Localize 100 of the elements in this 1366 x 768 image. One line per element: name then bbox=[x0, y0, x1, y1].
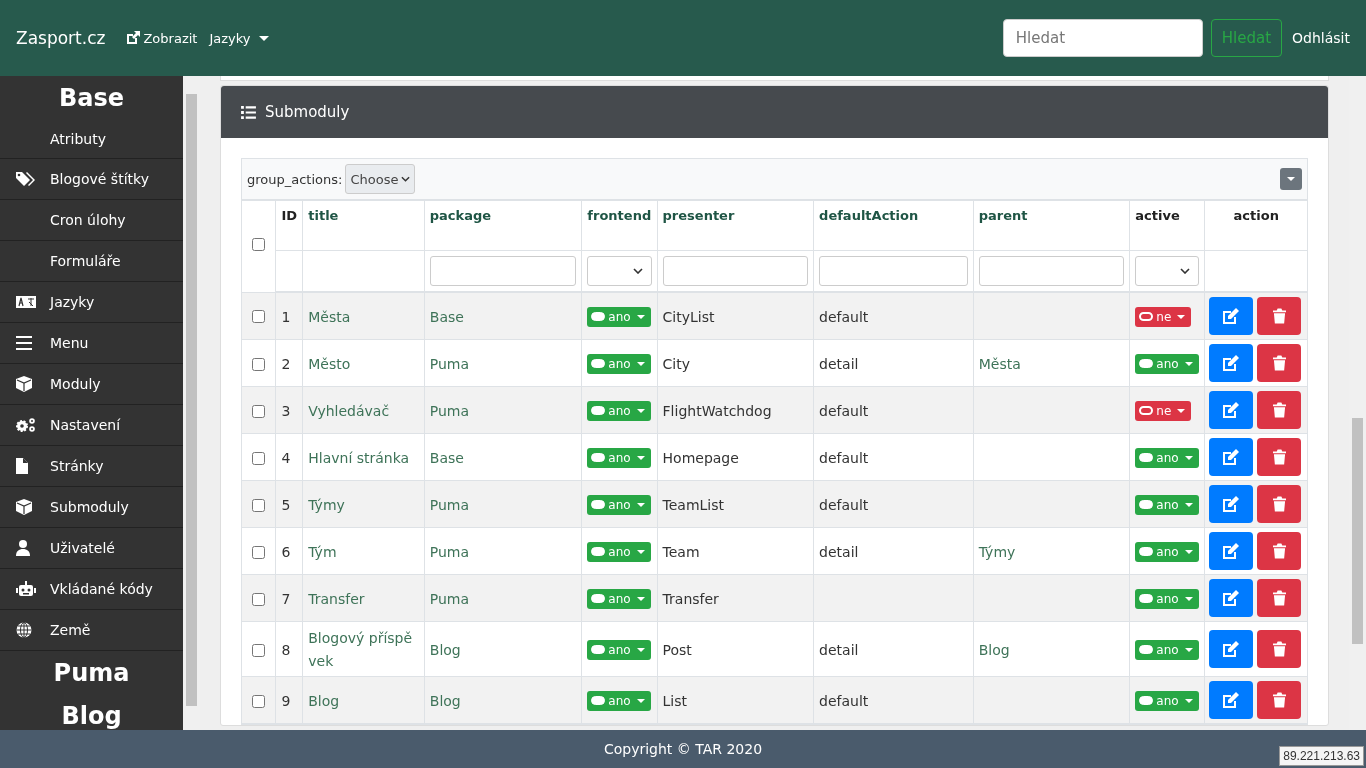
delete-button[interactable] bbox=[1257, 344, 1302, 382]
presenter-text: Post bbox=[662, 641, 692, 658]
presenter-text: Homepage bbox=[662, 449, 739, 466]
trash-icon bbox=[1272, 449, 1286, 465]
group-actions-select[interactable]: Choose bbox=[345, 164, 416, 194]
title-text: Hlavní stránka bbox=[308, 449, 410, 466]
edit-button[interactable] bbox=[1209, 438, 1254, 476]
title-text: Týmy bbox=[308, 496, 345, 513]
id-text: 2 bbox=[281, 355, 291, 372]
brand-name[interactable]: Zasport.cz bbox=[16, 28, 106, 48]
row-checkbox[interactable] bbox=[252, 357, 266, 371]
edit-button[interactable] bbox=[1209, 630, 1254, 668]
sidebar-item[interactable]: Jazyky bbox=[0, 282, 183, 323]
language-icon bbox=[16, 296, 36, 308]
column-header: active bbox=[1129, 200, 1205, 251]
sidebar-heading: Blog bbox=[60, 701, 123, 730]
default-action-text: detail bbox=[819, 355, 859, 372]
globe-icon bbox=[16, 622, 32, 638]
columns-dropdown-button[interactable] bbox=[1280, 168, 1302, 190]
delete-button[interactable] bbox=[1257, 532, 1302, 570]
column-header: ID bbox=[276, 200, 303, 251]
row-checkbox[interactable] bbox=[252, 404, 266, 418]
trash-icon bbox=[1272, 402, 1286, 418]
column-header[interactable]: package bbox=[424, 200, 582, 251]
edit-button[interactable] bbox=[1209, 344, 1254, 382]
column-header[interactable]: presenter bbox=[657, 200, 814, 251]
id-text: 4 bbox=[281, 449, 291, 466]
title-text: Vyhledávač bbox=[308, 402, 390, 419]
presenter-text: City bbox=[662, 355, 690, 372]
row-checkbox[interactable] bbox=[252, 643, 266, 657]
active-toggle[interactable]: ne bbox=[1135, 306, 1192, 327]
view-link[interactable]: Zobrazit bbox=[125, 30, 198, 46]
default-action-text: default bbox=[819, 449, 869, 466]
trash-icon bbox=[1272, 641, 1286, 657]
chevron-icon bbox=[632, 268, 643, 274]
copyright-text: Copyright © TAR 2020 bbox=[603, 741, 763, 757]
trash-icon bbox=[1272, 590, 1286, 606]
trash-icon bbox=[1272, 308, 1286, 324]
row-checkbox[interactable] bbox=[252, 694, 266, 708]
user-icon bbox=[16, 540, 30, 556]
package-text: Blog bbox=[429, 692, 461, 709]
logout-link[interactable]: Odhlásit bbox=[1292, 30, 1350, 46]
column-header[interactable]: parent bbox=[973, 200, 1130, 251]
row-checkbox[interactable] bbox=[252, 592, 266, 606]
languages-dropdown[interactable]: Jazyky bbox=[209, 30, 269, 46]
column-header[interactable]: title bbox=[302, 200, 425, 251]
package-text: Puma bbox=[429, 402, 470, 419]
column-header: action bbox=[1204, 200, 1307, 251]
filter-field[interactable] bbox=[429, 256, 577, 286]
select-all-checkbox[interactable] bbox=[252, 238, 266, 252]
gears-icon bbox=[16, 417, 36, 433]
id-text: 6 bbox=[281, 543, 291, 560]
edit-button[interactable] bbox=[1209, 391, 1254, 429]
row-checkbox[interactable] bbox=[252, 498, 266, 512]
search-field[interactable]: Hledat bbox=[1002, 19, 1203, 57]
id-text: 1 bbox=[281, 308, 291, 325]
list-icon bbox=[241, 105, 256, 119]
delete-button[interactable] bbox=[1257, 391, 1302, 429]
delete-button[interactable] bbox=[1257, 630, 1302, 668]
edit-icon bbox=[1222, 641, 1241, 657]
package-text: Base bbox=[429, 449, 464, 466]
delete-button[interactable] bbox=[1257, 485, 1302, 523]
row-checkbox[interactable] bbox=[252, 310, 266, 324]
id-text: 9 bbox=[281, 692, 291, 709]
sidebar-item[interactable]: Submoduly bbox=[0, 487, 183, 528]
delete-button[interactable] bbox=[1257, 579, 1302, 617]
edit-button[interactable] bbox=[1209, 532, 1254, 570]
edit-button[interactable] bbox=[1209, 485, 1254, 523]
scrollbar[interactable] bbox=[1349, 76, 1366, 730]
default-action-text: default bbox=[819, 308, 869, 325]
ip-tooltip: 89.221.213.63 bbox=[1279, 746, 1364, 766]
edit-button[interactable] bbox=[1209, 579, 1254, 617]
scrollbar[interactable] bbox=[183, 76, 200, 730]
parent-text: Města bbox=[978, 355, 1021, 372]
edit-button[interactable] bbox=[1209, 297, 1254, 335]
row-checkbox[interactable] bbox=[252, 545, 266, 559]
filter-field[interactable] bbox=[662, 256, 809, 286]
delete-button[interactable] bbox=[1257, 297, 1302, 335]
package-text: Blog bbox=[429, 641, 461, 658]
title-text: Tým bbox=[308, 543, 337, 560]
filter-field[interactable] bbox=[819, 256, 968, 286]
trash-icon bbox=[1272, 543, 1286, 559]
delete-button[interactable] bbox=[1257, 438, 1302, 476]
edit-icon bbox=[1222, 543, 1241, 559]
edit-button[interactable] bbox=[1209, 681, 1254, 719]
presenter-text: List bbox=[662, 692, 688, 709]
active-toggle[interactable]: ne bbox=[1135, 400, 1192, 421]
filter-field[interactable] bbox=[978, 256, 1125, 286]
title-text: Město bbox=[308, 355, 351, 372]
edit-icon bbox=[1222, 449, 1241, 465]
title-text: Města bbox=[308, 308, 351, 325]
edit-icon bbox=[1222, 590, 1241, 606]
row-checkbox[interactable] bbox=[252, 451, 266, 465]
delete-button[interactable] bbox=[1257, 681, 1302, 719]
column-header[interactable]: defaultAction bbox=[813, 200, 974, 251]
sidebar-item[interactable]: Moduly bbox=[0, 364, 183, 405]
column-header[interactable]: frontend bbox=[581, 200, 658, 251]
package-text: Base bbox=[429, 308, 464, 325]
edit-icon bbox=[1222, 355, 1241, 371]
edit-icon bbox=[1222, 496, 1241, 512]
